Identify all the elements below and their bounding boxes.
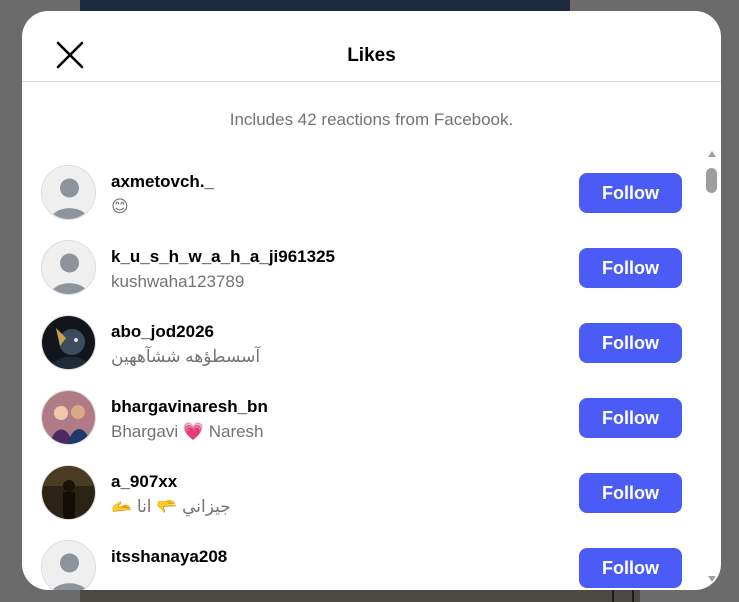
default-avatar-icon xyxy=(42,541,95,590)
avatar[interactable] xyxy=(41,240,96,295)
list-item: a_907xx 🫴 جيزاني 🫳 انا Follow xyxy=(22,454,706,529)
profile-photo xyxy=(42,466,95,519)
follow-button[interactable]: Follow xyxy=(579,473,682,513)
follow-button[interactable]: Follow xyxy=(579,323,682,363)
username[interactable]: itsshanaya208 xyxy=(111,546,227,567)
profile-photo xyxy=(42,316,95,369)
list-item: axmetovch._ 😊 Follow xyxy=(22,154,706,229)
reactions-note: Includes 42 reactions from Facebook. xyxy=(229,110,514,129)
full-name: آسسطؤهه ششآههين xyxy=(111,347,261,366)
default-avatar-icon xyxy=(42,241,95,294)
follow-button[interactable]: Follow xyxy=(579,398,682,438)
full-name: 😊 xyxy=(111,197,129,216)
username[interactable]: a_907xx xyxy=(111,471,177,492)
follow-button[interactable]: Follow xyxy=(579,548,682,588)
background-post-image-bottom xyxy=(80,588,640,602)
list-item: itsshanaya208 Follow xyxy=(22,529,706,590)
scrollbar[interactable] xyxy=(705,151,719,590)
avatar[interactable] xyxy=(41,465,96,520)
scroll-down-arrow-icon[interactable] xyxy=(708,576,716,582)
avatar[interactable] xyxy=(41,390,96,445)
dialog-title: Likes xyxy=(347,45,396,66)
profile-photo xyxy=(42,391,95,444)
avatar[interactable] xyxy=(41,315,96,370)
list-item: k_u_s_h_w_a_h_a_ji961325 kushwaha123789 … xyxy=(22,229,706,304)
likes-dialog: Likes Includes 42 reactions from Faceboo… xyxy=(22,11,721,590)
bookmark-icon xyxy=(612,588,634,602)
follow-button[interactable]: Follow xyxy=(579,173,682,213)
username[interactable]: abo_jod2026 xyxy=(111,321,214,342)
full-name: kushwaha123789 xyxy=(111,272,245,291)
default-avatar-icon xyxy=(42,166,95,219)
scroll-up-arrow-icon[interactable] xyxy=(708,151,716,157)
username[interactable]: bhargavinaresh_bn xyxy=(111,396,268,417)
follow-button[interactable]: Follow xyxy=(579,248,682,288)
username[interactable]: k_u_s_h_w_a_h_a_ji961325 xyxy=(111,246,335,267)
full-name: Bhargavi 💗 Naresh xyxy=(111,422,264,441)
avatar[interactable] xyxy=(41,165,96,220)
avatar[interactable] xyxy=(41,540,96,590)
list-item: bhargavinaresh_bn Bhargavi 💗 Naresh Foll… xyxy=(22,379,706,454)
scroll-thumb[interactable] xyxy=(706,168,717,193)
username[interactable]: axmetovch._ xyxy=(111,171,214,192)
full-name: 🫴 جيزاني 🫳 انا xyxy=(111,497,231,516)
dialog-header: Likes xyxy=(22,11,721,82)
list-item: abo_jod2026 آسسطؤهه ششآههين Follow xyxy=(22,304,706,379)
likes-list: axmetovch._ 😊 Follow k_u_s_h_w_a_h_a_ji9… xyxy=(22,144,706,590)
